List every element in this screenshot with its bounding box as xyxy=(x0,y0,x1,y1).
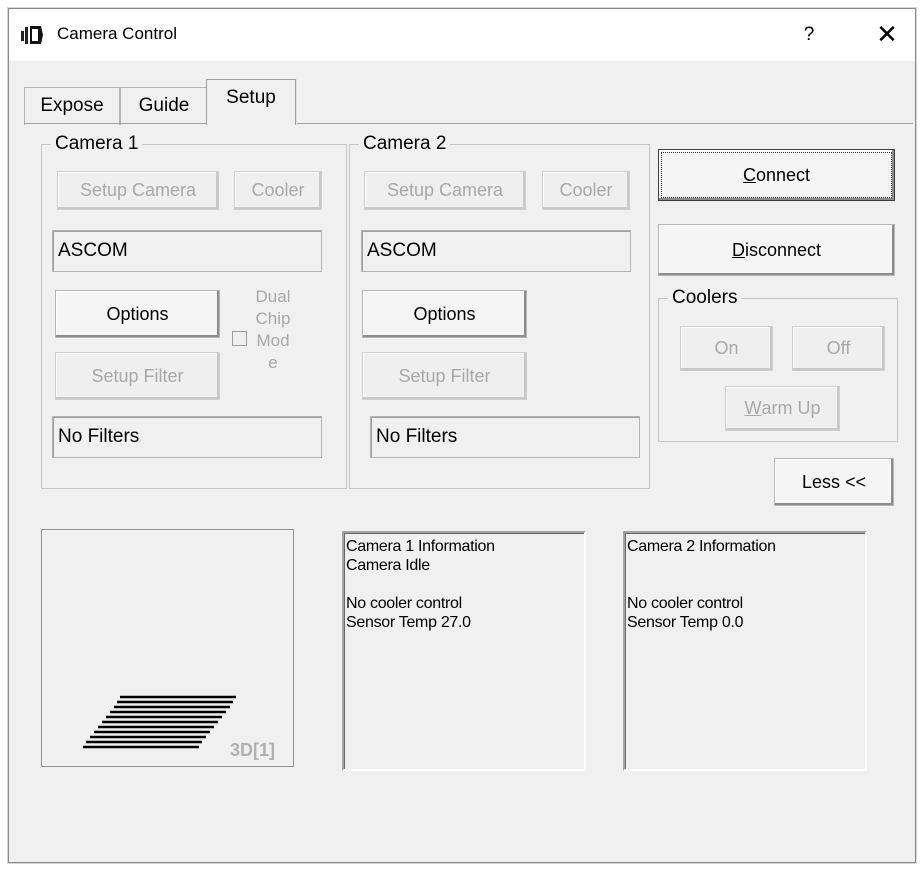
dual-chip-line: e xyxy=(268,353,278,372)
dual-chip-line: Mod xyxy=(256,331,290,350)
camera2-setup-camera-button[interactable]: Setup Camera xyxy=(364,171,526,210)
camera1-group-label: Camera 1 xyxy=(51,133,143,155)
preview-label: 3D[1] xyxy=(230,740,276,760)
less-button[interactable]: Less << xyxy=(774,458,894,506)
coolers-on-button[interactable]: On xyxy=(680,326,773,371)
tab-guide-label: Guide xyxy=(138,95,190,116)
dual-chip-mode-label: Dual Chip Mod e xyxy=(248,286,298,374)
camera1-info-panel: Camera 1 Information Camera Idle No cool… xyxy=(342,531,586,771)
camera1-setup-filter-button[interactable]: Setup Filter xyxy=(55,352,220,400)
camera1-cooler-button[interactable]: Cooler xyxy=(234,171,322,210)
tab-setup[interactable]: Setup xyxy=(206,79,296,125)
camera2-info-panel: Camera 2 Information No cooler control S… xyxy=(623,531,867,771)
camera2-setup-filter-button[interactable]: Setup Filter xyxy=(362,352,527,400)
tab-expose-label: Expose xyxy=(40,95,104,116)
setup-tab-panel: Camera 1 Setup Camera Cooler ASCOM Optio… xyxy=(24,123,913,869)
camera1-driver-field[interactable]: ASCOM xyxy=(52,230,322,272)
help-icon[interactable]: ? xyxy=(789,17,829,53)
dual-chip-line: Dual xyxy=(255,287,291,306)
coolers-group-label: Coolers xyxy=(668,287,742,309)
preview-stack-icon xyxy=(83,695,236,749)
tab-guide[interactable]: Guide xyxy=(120,87,208,125)
dual-chip-checkbox[interactable] xyxy=(232,331,247,346)
connect-button[interactable]: Connect xyxy=(658,149,895,201)
dual-chip-line: Chip xyxy=(255,309,291,328)
disconnect-button[interactable]: Disconnect xyxy=(658,224,895,276)
camera-preview[interactable]: 3D[1] xyxy=(41,529,294,767)
coolers-off-button[interactable]: Off xyxy=(792,326,885,371)
tab-setup-label: Setup xyxy=(226,87,276,108)
disconnect-mnemonic: D xyxy=(731,239,745,260)
warm-up-label: arm Up xyxy=(761,398,821,418)
connect-label: onnect xyxy=(755,164,811,185)
disconnect-label: isconnect xyxy=(744,239,822,260)
warm-up-button[interactable]: Warm Up xyxy=(725,386,840,431)
window-title: Camera Control xyxy=(57,24,177,43)
camera2-group-label: Camera 2 xyxy=(359,133,451,155)
warm-up-mnemonic: W xyxy=(744,398,762,418)
connect-mnemonic: C xyxy=(742,164,756,185)
tab-expose[interactable]: Expose xyxy=(24,87,120,125)
camera1-filter-field[interactable]: No Filters xyxy=(52,416,322,458)
app-icon xyxy=(21,26,43,44)
camera2-cooler-button[interactable]: Cooler xyxy=(542,171,630,210)
camera2-filter-field[interactable]: No Filters xyxy=(370,416,640,458)
camera1-setup-camera-button[interactable]: Setup Camera xyxy=(57,171,219,210)
close-icon[interactable]: ✕ xyxy=(867,17,907,53)
camera2-options-button[interactable]: Options xyxy=(362,290,527,338)
camera-control-window: Camera Control ? ✕ Expose Guide Setup Ca… xyxy=(8,8,916,863)
camera2-driver-field[interactable]: ASCOM xyxy=(361,230,631,272)
title-bar[interactable]: Camera Control ? ✕ xyxy=(9,9,915,61)
camera1-options-button[interactable]: Options xyxy=(55,290,220,338)
